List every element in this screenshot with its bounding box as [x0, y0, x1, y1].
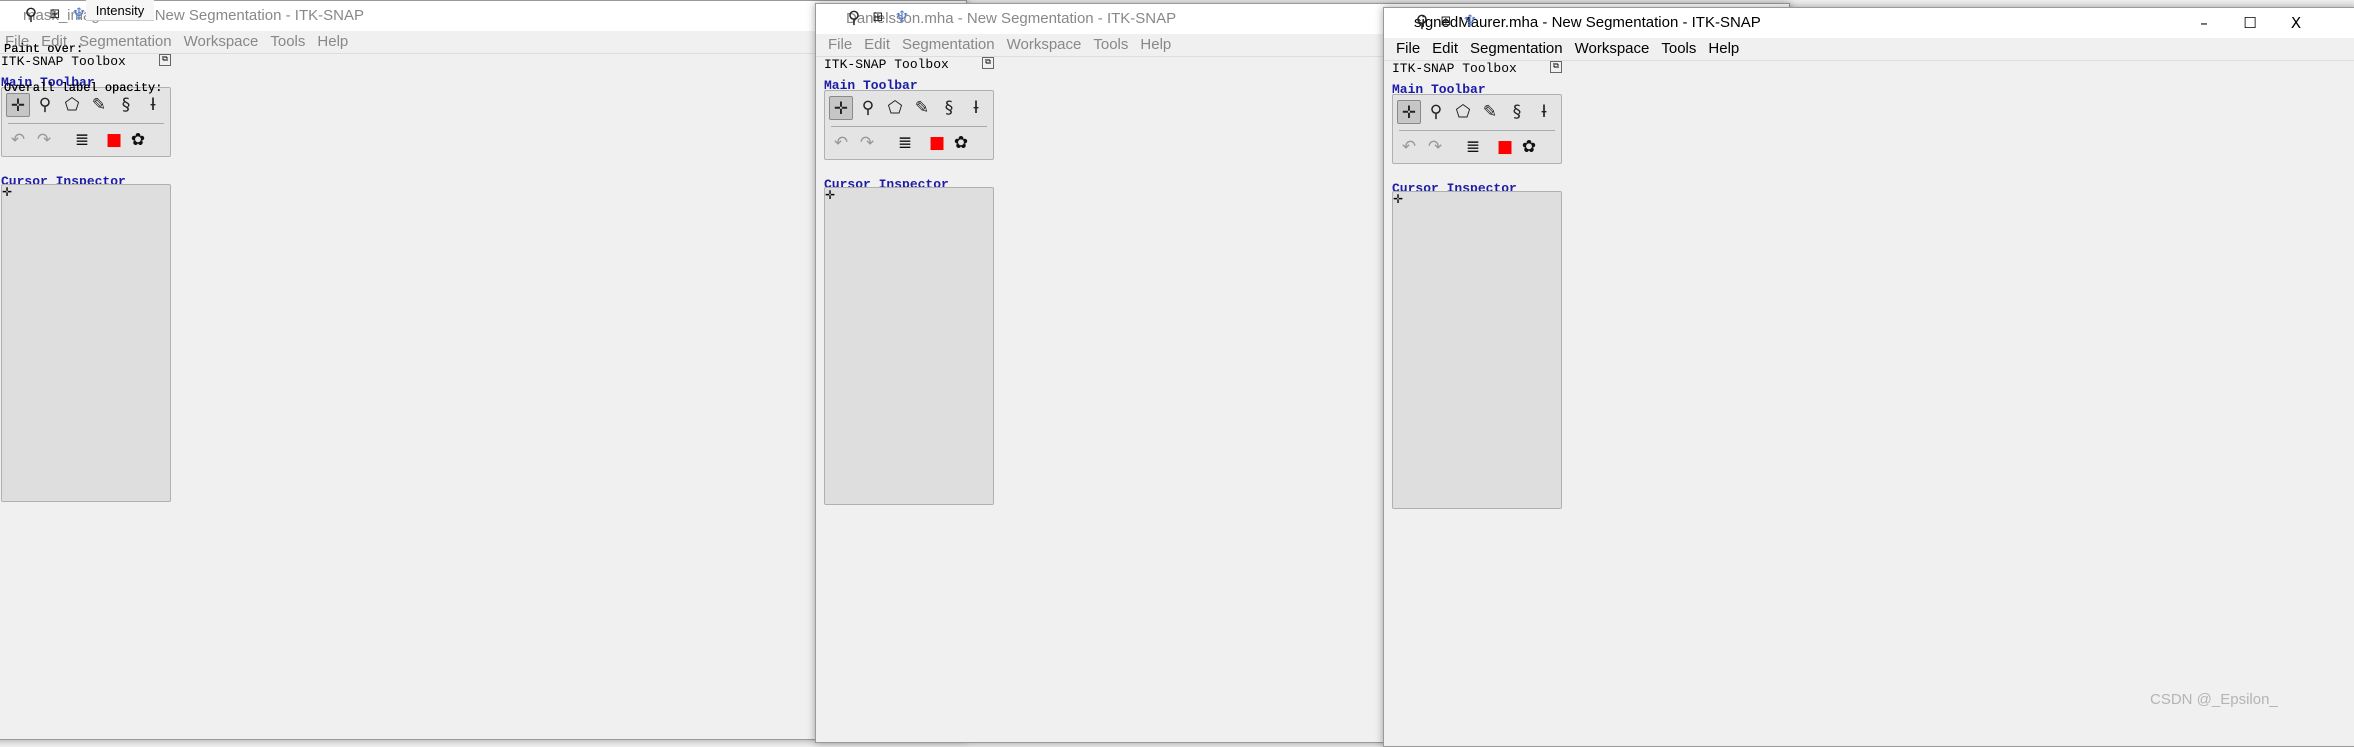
opacity-caption: Overall label opacity:: [4, 81, 163, 95]
toolbar-separator: [831, 126, 987, 127]
main-toolbar: ✛ ⚲ ⬠ ✎ § Ɨ ↶ ↷ ≣ ■ ✿: [1392, 94, 1562, 164]
zoom-mode-icon[interactable]: ⚲: [842, 6, 866, 30]
menu-segmentation[interactable]: Segmentation: [79, 33, 172, 50]
layers-icon[interactable]: ≣: [1461, 135, 1485, 159]
radar-mode-icon[interactable]: ♆: [1458, 10, 1482, 34]
itk-snap-window-3: signedMaurer.mha - New Segmentation - IT…: [1383, 7, 2354, 747]
menu-tools[interactable]: Tools: [270, 33, 305, 50]
menu-segmentation[interactable]: Segmentation: [1470, 40, 1563, 57]
toolbox-title: ITK-SNAP Toolbox: [824, 57, 949, 72]
menu-help[interactable]: Help: [1708, 40, 1739, 57]
grid-mode-icon[interactable]: ⊞: [866, 6, 890, 30]
minimize-button[interactable]: –: [2181, 8, 2227, 38]
radar-mode-icon[interactable]: ♆: [890, 6, 914, 30]
menu-file[interactable]: File: [1396, 40, 1420, 57]
menu-edit[interactable]: Edit: [864, 36, 890, 53]
cursor-inspector-panel: ✛: [1, 184, 171, 502]
zoom-tool-icon[interactable]: ⚲: [33, 93, 57, 117]
cursor-inspector-panel: ✛: [824, 187, 994, 505]
paintbrush-tool-icon[interactable]: ✎: [87, 93, 111, 117]
toolbox-float-icon[interactable]: ⧉: [982, 57, 994, 69]
crosshair-tool-icon[interactable]: ✛: [829, 96, 853, 120]
menu-workspace[interactable]: Workspace: [1575, 40, 1650, 57]
paintbrush-tool-icon[interactable]: ✎: [910, 96, 934, 120]
redo-icon[interactable]: ↷: [32, 128, 56, 152]
menu-workspace[interactable]: Workspace: [184, 33, 259, 50]
layers-icon[interactable]: ≣: [893, 131, 917, 155]
paintbrush-tool-icon[interactable]: ✎: [1478, 100, 1502, 124]
zoom-mode-icon[interactable]: ⚲: [1410, 10, 1434, 34]
crosshair-tool-icon[interactable]: ✛: [1397, 100, 1421, 124]
toolbar-separator: [8, 123, 164, 124]
zoom-tool-icon[interactable]: ⚲: [1424, 100, 1448, 124]
undo-icon[interactable]: ↶: [829, 131, 853, 155]
watermark: CSDN @_Epsilon_: [2150, 691, 2278, 708]
toolbox-float-icon[interactable]: ⧉: [159, 54, 171, 66]
label-color-icon[interactable]: ■: [925, 131, 949, 155]
undo-icon[interactable]: ↶: [1397, 135, 1421, 159]
snake-tool-icon[interactable]: §: [937, 96, 961, 120]
col-intensity-header[interactable]: Intensity: [86, 0, 154, 21]
polygon-tool-icon[interactable]: ⬠: [1451, 100, 1475, 124]
title-bar: signedMaurer.mha - New Segmentation - IT…: [1384, 8, 2354, 38]
palette-icon[interactable]: ✿: [1517, 135, 1541, 159]
undo-icon[interactable]: ↶: [6, 128, 30, 152]
desktop: mask_image.mha - New Segmentation - ITK-…: [0, 0, 2354, 747]
main-toolbar: ✛ ⚲ ⬠ ✎ § Ɨ ↶ ↷ ≣ ■ ✿: [824, 90, 994, 160]
label-color-icon[interactable]: ■: [102, 128, 126, 152]
annotation-tool-icon[interactable]: Ɨ: [964, 96, 988, 120]
menu-workspace[interactable]: Workspace: [1007, 36, 1082, 53]
menu-file[interactable]: File: [828, 36, 852, 53]
crosshair-tool-icon[interactable]: ✛: [6, 93, 30, 117]
menu-segmentation[interactable]: Segmentation: [902, 36, 995, 53]
annotation-tool-icon[interactable]: Ɨ: [141, 93, 165, 117]
menu-edit[interactable]: Edit: [1432, 40, 1458, 57]
paint-over-caption: Paint over:: [4, 42, 84, 56]
polygon-tool-icon[interactable]: ⬠: [60, 93, 84, 117]
zoom-tool-icon[interactable]: ⚲: [856, 96, 880, 120]
redo-icon[interactable]: ↷: [855, 131, 879, 155]
cursor-inspector-panel: ✛: [1392, 191, 1562, 509]
menu-bar: File Edit Segmentation Workspace Tools Help: [1384, 38, 2354, 61]
grid-mode-icon[interactable]: ⊞: [43, 3, 67, 27]
close-button[interactable]: X: [2273, 8, 2319, 38]
toolbar-separator: [1399, 130, 1555, 131]
snake-tool-icon[interactable]: §: [1505, 100, 1529, 124]
zoom-mode-icon[interactable]: ⚲: [19, 3, 43, 27]
snake-tool-icon[interactable]: §: [114, 93, 138, 117]
layers-icon[interactable]: ≣: [70, 128, 94, 152]
palette-icon[interactable]: ✿: [949, 131, 973, 155]
menu-tools[interactable]: Tools: [1093, 36, 1128, 53]
toolbox-title: ITK-SNAP Toolbox: [1392, 61, 1517, 76]
palette-icon[interactable]: ✿: [126, 128, 150, 152]
label-color-icon[interactable]: ■: [1493, 135, 1517, 159]
menu-tools[interactable]: Tools: [1661, 40, 1696, 57]
annotation-tool-icon[interactable]: Ɨ: [1532, 100, 1556, 124]
menu-help[interactable]: Help: [1140, 36, 1171, 53]
maximize-button[interactable]: ☐: [2227, 8, 2273, 38]
polygon-tool-icon[interactable]: ⬠: [883, 96, 907, 120]
grid-mode-icon[interactable]: ⊞: [1434, 10, 1458, 34]
redo-icon[interactable]: ↷: [1423, 135, 1447, 159]
menu-help[interactable]: Help: [317, 33, 348, 50]
toolbox-float-icon[interactable]: ⧉: [1550, 61, 1562, 73]
main-toolbar: ✛ ⚲ ⬠ ✎ § Ɨ ↶ ↷ ≣ ■ ✿: [1, 87, 171, 157]
